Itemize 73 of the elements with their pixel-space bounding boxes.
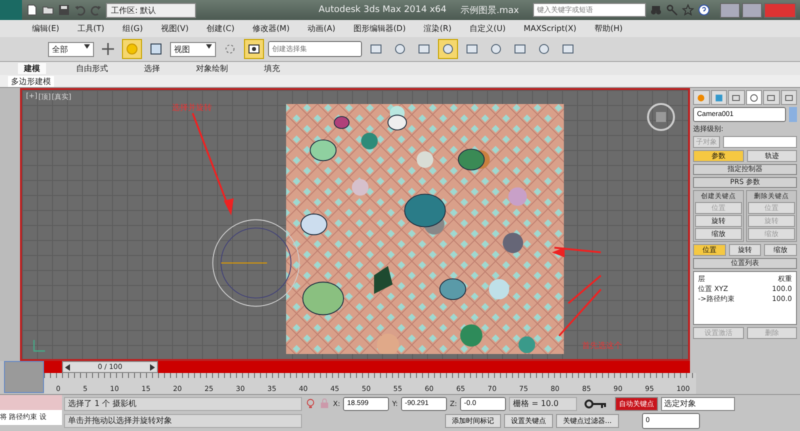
axis-icon xyxy=(32,339,46,353)
menu-item[interactable]: 动画(A) xyxy=(308,23,336,34)
folder-icon[interactable] xyxy=(42,4,54,16)
tool-icon xyxy=(513,42,527,56)
tool-icon xyxy=(417,42,431,56)
scale-icon xyxy=(149,42,163,56)
new-file-icon[interactable] xyxy=(26,4,38,16)
menu-item[interactable]: 图形编辑器(D) xyxy=(353,23,406,34)
rotate-icon xyxy=(125,42,139,56)
panel-tab[interactable] xyxy=(780,90,797,105)
ribbon-tab[interactable]: 选择 xyxy=(138,63,166,74)
sub-object-dropdown[interactable] xyxy=(723,136,797,148)
ribbon-panel-tab[interactable]: 多边形建模 xyxy=(8,76,54,86)
menu-item[interactable]: 组(G) xyxy=(122,23,143,34)
menu-item[interactable]: 创建(C) xyxy=(206,23,234,34)
pivot-button[interactable] xyxy=(244,39,264,59)
menu-item[interactable]: 帮助(H) xyxy=(594,23,623,34)
help-icon[interactable] xyxy=(698,4,710,16)
dots-icon xyxy=(223,42,237,56)
window-title: Autodesk 3ds Max 2014 x64 xyxy=(318,5,447,15)
panel-tab[interactable] xyxy=(728,90,744,105)
ribbon-tab[interactable]: 自由形式 xyxy=(70,63,114,74)
star-icon[interactable] xyxy=(682,4,694,16)
annotation-text: 选择并旋转 xyxy=(172,102,212,113)
tool-icon xyxy=(441,42,455,56)
selection-status: 选择了 1 个 摄影机 xyxy=(64,396,302,410)
panel-tab[interactable] xyxy=(746,90,762,105)
grid-status: 栅格 = 10.0 xyxy=(509,396,578,410)
move-icon xyxy=(101,42,115,56)
menu-item[interactable]: MAXScript(X) xyxy=(524,24,576,33)
target-icon xyxy=(247,42,261,56)
tab-icon xyxy=(696,92,706,102)
save-icon[interactable] xyxy=(58,4,70,16)
binoculars-icon[interactable] xyxy=(650,4,662,16)
menu-item[interactable]: 编辑(E) xyxy=(32,23,60,34)
tool-icon xyxy=(465,42,479,56)
tab-icon xyxy=(784,92,794,102)
tab-icon xyxy=(748,92,759,102)
menu-item[interactable]: 视图(V) xyxy=(160,23,189,34)
panel-tab[interactable] xyxy=(763,90,780,105)
selection-filter-dropdown[interactable]: 全部 xyxy=(48,42,94,56)
ribbon-tab[interactable]: 对象绘制 xyxy=(190,63,234,74)
key-mode-dropdown[interactable]: 选定对象 xyxy=(661,396,736,410)
toolbar-button[interactable] xyxy=(438,39,458,59)
left-arrow-icon[interactable] xyxy=(65,364,70,370)
coordinate-system-dropdown[interactable]: 视图 xyxy=(170,42,216,56)
prompt-text: 单击并拖动以选择并旋转对象 xyxy=(64,414,302,428)
lightbulb-icon[interactable] xyxy=(305,398,316,409)
workspace-dropdown[interactable]: 工作区: 默认 xyxy=(106,2,196,18)
view-cube-icon[interactable] xyxy=(646,102,676,132)
maximize-button[interactable] xyxy=(742,2,762,18)
tab-icon xyxy=(766,92,776,102)
caret-icon xyxy=(206,44,212,48)
menu-item[interactable]: 修改器(M) xyxy=(252,23,290,34)
tab-icon xyxy=(714,92,724,102)
caret-icon xyxy=(84,44,90,48)
tool-icon xyxy=(489,42,503,56)
tool-icon xyxy=(369,42,383,56)
ribbon-tab[interactable]: 建模 xyxy=(18,63,46,74)
minimize-button[interactable] xyxy=(720,2,740,18)
ribbon-tab[interactable]: 填充 xyxy=(258,63,286,74)
right-arrow-icon[interactable] xyxy=(150,364,155,370)
menu-item[interactable]: 工具(T) xyxy=(77,23,104,34)
script-listener-field[interactable] xyxy=(0,395,62,410)
tab-icon xyxy=(731,92,742,102)
menu-item[interactable]: 渲染(R) xyxy=(424,23,452,34)
color-swatch[interactable] xyxy=(789,107,797,122)
menu-item[interactable]: 自定义(U) xyxy=(470,23,506,34)
tool-icon xyxy=(393,42,407,56)
tool-icon xyxy=(537,42,551,56)
tool-icon xyxy=(561,42,575,56)
file-name: 示例图景.max xyxy=(460,4,519,16)
annotation-text: 首先选这个 xyxy=(582,340,622,351)
